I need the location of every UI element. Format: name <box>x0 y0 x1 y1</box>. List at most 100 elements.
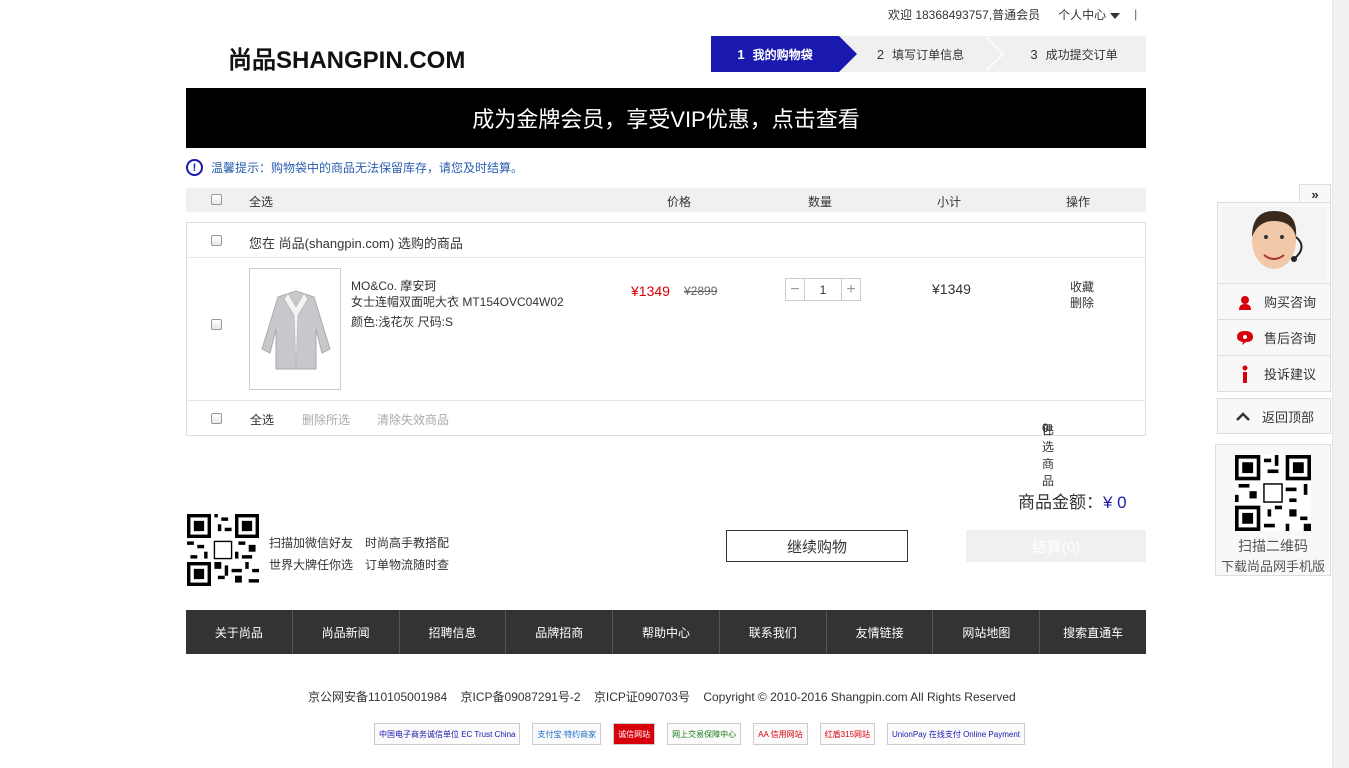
cart-item-row: MO&Co. 摩安珂 女士连帽双面呢大衣 MT154OVC04W02 颜色:浅花… <box>187 258 1145 401</box>
trust-badges: 中国电子商务诚信单位 EC Trust China 支付宝·特约商家 诚信网站 … <box>374 723 1026 745</box>
clear-invalid-link[interactable]: 清除失效商品 <box>377 411 449 428</box>
headset-icon <box>1236 294 1254 310</box>
footer-nav: 关于尚品 尚品新闻 招聘信息 品牌招商 帮助中心 联系我们 友情链接 网站地图 … <box>186 610 1146 654</box>
header-subtotal: 小计 <box>937 195 962 209</box>
footer-link-news[interactable]: 尚品新闻 <box>293 610 400 654</box>
step-label: 填写订单信息 <box>892 47 965 62</box>
delete-link[interactable]: 删除 <box>1070 295 1094 311</box>
stock-tip: ! 温馨提示：购物袋中的商品无法保留库存，请您及时结算。 <box>186 159 523 176</box>
wechat-line: 世界大牌任你选 <box>269 558 354 572</box>
step-fill-order: 2 填写订单信息 <box>839 36 1004 72</box>
footer-link-about[interactable]: 关于尚品 <box>186 610 293 654</box>
exclamation-circle-icon: ! <box>186 159 203 176</box>
user-center-label: 个人中心 <box>1058 7 1107 22</box>
badge-red-shield[interactable]: 红盾315网站 <box>819 723 875 745</box>
complaint-item[interactable]: 投诉建议 <box>1218 355 1330 391</box>
product-info: MO&Co. 摩安珂 女士连帽双面呢大衣 MT154OVC04W02 颜色:浅花… <box>351 278 564 330</box>
cart-box: 您在 尚品(shangpin.com) 选购的商品 MO&Co. 摩安珂 女士连… <box>186 222 1146 488</box>
back-to-top-label: 返回顶部 <box>1262 409 1315 425</box>
page-scrollbar[interactable] <box>1332 0 1349 768</box>
wechat-line: 订单物流随时查 <box>365 558 450 572</box>
favorite-link[interactable]: 收藏 <box>1070 279 1094 295</box>
step-number: 3 <box>1030 46 1038 62</box>
footer-link-contact[interactable]: 联系我们 <box>720 610 827 654</box>
selected-count-unit: 件 <box>1042 423 1055 437</box>
header-operation: 操作 <box>1066 195 1091 209</box>
footer-link-brand[interactable]: 品牌招商 <box>506 610 614 654</box>
step-number: 2 <box>876 46 885 62</box>
shop-row: 您在 尚品(shangpin.com) 选购的商品 <box>187 223 1145 258</box>
chevron-up-icon <box>1236 411 1250 421</box>
badge-ec-trust[interactable]: 中国电子商务诚信单位 EC Trust China <box>374 723 521 745</box>
product-thumbnail[interactable] <box>249 268 341 390</box>
copyright-text: 京公网安备110105001984 京ICP备09087291号-2 京ICP证… <box>308 690 1016 704</box>
header-select-all: 全选 <box>249 195 274 209</box>
checkout-steps: 1 我的购物袋 2 填写订单信息 3 成功提交订单 <box>711 36 1146 72</box>
item-subtotal: ¥1349 <box>932 281 971 297</box>
product-brand[interactable]: MO&Co. 摩安珂 <box>351 278 564 294</box>
service-menu: 购买咨询 售后咨询 投诉建议 <box>1217 202 1331 392</box>
app-qr-code <box>1235 455 1311 531</box>
qty-minus-button[interactable]: − <box>785 278 805 301</box>
app-download-box[interactable]: 扫描二维码 下载尚品网手机版 <box>1215 444 1331 576</box>
shop-checkbox[interactable] <box>211 235 222 246</box>
amount-value: ¥ 0 <box>1103 493 1127 512</box>
item-checkbox[interactable] <box>211 319 222 330</box>
quantity-stepper: − + <box>785 278 861 301</box>
top-user-bar: 欢迎 18368493757,普通会员 个人中心 | <box>888 6 1137 22</box>
vip-banner[interactable]: 成为金牌会员，享受VIP优惠，点击查看 <box>186 88 1146 148</box>
purchase-consult-item[interactable]: 购买咨询 <box>1218 283 1330 319</box>
complaint-label: 投诉建议 <box>1264 367 1317 382</box>
coat-image <box>250 269 340 389</box>
select-all-checkbox-header[interactable] <box>211 194 222 205</box>
item-operations: 收藏 删除 <box>1070 279 1094 311</box>
welcome-text: 欢迎 18368493757,普通会员 <box>888 7 1041 22</box>
wechat-promo-text: 扫描加微信好友 时尚高手教搭配 世界大牌任你选 订单物流随时查 <box>269 532 461 576</box>
continue-shopping-button[interactable]: 继续购物 <box>726 530 908 562</box>
cart-footer-row: 全选 删除所选 清除失效商品 已选商品 0 件 <box>187 401 1145 488</box>
footer-link-jobs[interactable]: 招聘信息 <box>400 610 507 654</box>
checkout-button[interactable]: 结算(0) <box>966 530 1146 562</box>
wechat-qr-code <box>187 514 259 586</box>
price-current: ¥1349 <box>631 283 670 299</box>
topbar-divider: | <box>1134 7 1138 21</box>
badge-trade-guarantee[interactable]: 网上交易保障中心 <box>667 723 742 745</box>
price-original: ¥2899 <box>684 284 718 298</box>
after-sales-item[interactable]: 售后咨询 <box>1218 319 1330 355</box>
step-number: 1 <box>737 46 745 62</box>
qty-input[interactable] <box>805 278 841 301</box>
delete-selected-link[interactable]: 删除所选 <box>302 411 350 428</box>
footer-link-search[interactable]: 搜索直通车 <box>1040 610 1146 654</box>
amount-label: 商品金额： <box>1018 493 1103 512</box>
shop-label: 您在 尚品(shangpin.com) 选购的商品 <box>249 236 463 251</box>
badge-alipay[interactable]: 支付宝·特约商家 <box>532 723 602 745</box>
footer-link-help[interactable]: 帮助中心 <box>613 610 720 654</box>
badge-credible-site[interactable]: 诚信网站 <box>613 723 656 745</box>
badge-aa-credit[interactable]: AA 信用网站 <box>753 723 808 745</box>
site-logo[interactable]: 尚品SHANGPIN.COM <box>228 40 465 75</box>
goods-amount: 商品金额：¥ 0 <box>1018 488 1127 513</box>
step-label: 成功提交订单 <box>1045 47 1118 62</box>
product-name[interactable]: 女士连帽双面呢大衣 MT154OVC04W02 <box>351 294 564 310</box>
header-price: 价格 <box>667 195 692 209</box>
back-to-top-button[interactable]: 返回顶部 <box>1217 398 1331 434</box>
footer-link-sitemap[interactable]: 网站地图 <box>933 610 1041 654</box>
footer-link-friends[interactable]: 友情链接 <box>827 610 934 654</box>
qr-line-1: 扫描二维码 <box>1238 538 1308 554</box>
select-all-checkbox-footer[interactable] <box>211 413 222 424</box>
agent-photo <box>1222 207 1326 279</box>
chat-bubble-icon <box>1236 330 1254 346</box>
exclamation-icon <box>1236 365 1254 383</box>
qty-plus-button[interactable]: + <box>841 278 861 301</box>
service-avatar <box>1222 207 1326 279</box>
step-my-bag: 1 我的购物袋 <box>711 36 857 72</box>
cart-table-header: 全选 价格 数量 小计 操作 <box>186 188 1146 212</box>
tip-text: 温馨提示：购物袋中的商品无法保留库存，请您及时结算。 <box>211 161 524 175</box>
wechat-line: 扫描加微信好友 <box>269 536 354 550</box>
user-center-menu[interactable]: 个人中心 <box>1058 6 1121 23</box>
badge-unionpay[interactable]: UnionPay 在线支付 Online Payment <box>886 723 1026 745</box>
footer-select-all[interactable]: 全选 <box>250 411 274 428</box>
collapse-toggle-icon[interactable]: » <box>1299 184 1331 204</box>
product-attrs: 颜色:浅花灰 尺码:S <box>351 315 454 329</box>
wechat-line: 时尚高手教搭配 <box>365 536 450 550</box>
